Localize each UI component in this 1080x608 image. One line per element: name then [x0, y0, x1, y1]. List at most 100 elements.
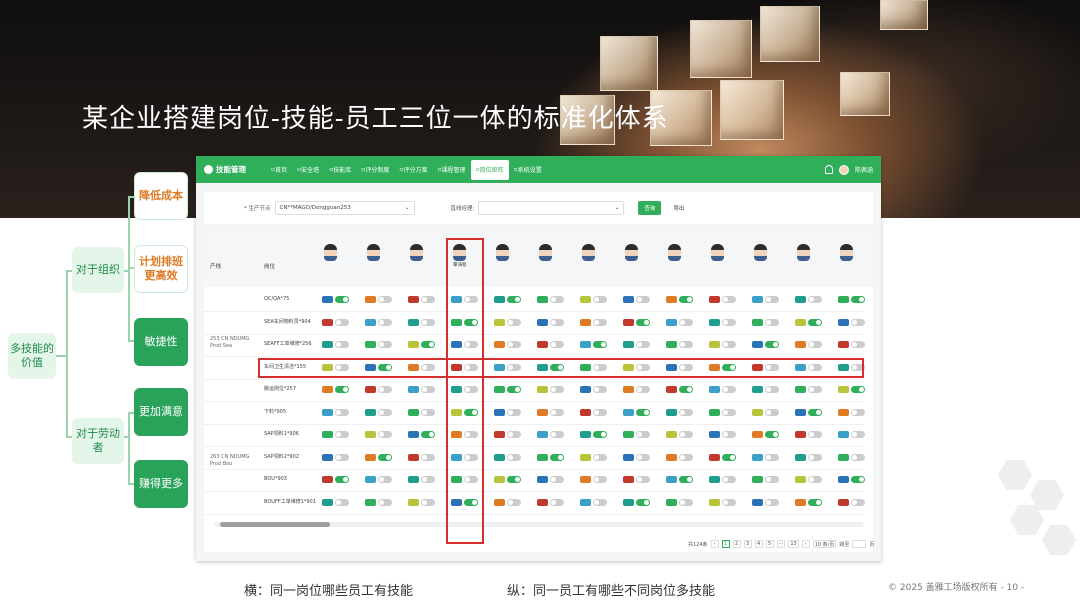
skill-cell[interactable]: [752, 386, 779, 393]
skill-cell[interactable]: [623, 341, 650, 348]
skill-cell[interactable]: [494, 431, 521, 438]
skill-toggle[interactable]: [378, 341, 392, 348]
skill-toggle[interactable]: [550, 408, 564, 416]
skill-cell[interactable]: [537, 431, 564, 438]
nav-item[interactable]: ▫ 系统设置: [509, 156, 547, 183]
skill-toggle[interactable]: [550, 296, 564, 303]
skill-toggle[interactable]: [679, 476, 693, 483]
skill-cell[interactable]: [752, 408, 779, 416]
skill-toggle[interactable]: [550, 453, 564, 461]
skill-cell[interactable]: [623, 296, 650, 303]
skill-cell[interactable]: [580, 431, 607, 438]
page-button[interactable]: 5: [765, 540, 774, 548]
skill-toggle[interactable]: [636, 318, 650, 326]
skill-cell[interactable]: [709, 341, 736, 348]
employee-column-header[interactable]: [367, 244, 380, 261]
skill-toggle[interactable]: [851, 296, 865, 303]
skill-cell[interactable]: [666, 296, 693, 303]
skill-toggle[interactable]: [507, 453, 521, 461]
skill-toggle[interactable]: [421, 341, 435, 348]
skill-toggle[interactable]: [765, 453, 779, 461]
skill-cell[interactable]: [752, 498, 779, 506]
skill-toggle[interactable]: [636, 476, 650, 483]
skill-toggle[interactable]: [765, 296, 779, 303]
skill-cell[interactable]: [537, 408, 564, 416]
page-button[interactable]: 2: [732, 540, 741, 548]
employee-column-header[interactable]: [840, 244, 853, 261]
nav-item[interactable]: ▫ 评分制度: [356, 156, 394, 183]
skill-toggle[interactable]: [808, 296, 822, 303]
skill-cell[interactable]: [322, 476, 349, 483]
skill-cell[interactable]: [795, 431, 822, 438]
skill-toggle[interactable]: [593, 341, 607, 348]
page-button[interactable]: 3: [743, 540, 752, 548]
skill-cell[interactable]: [537, 341, 564, 348]
skill-cell[interactable]: [408, 431, 435, 438]
skill-cell[interactable]: [838, 341, 865, 348]
employee-column-header[interactable]: [625, 244, 638, 261]
skill-toggle[interactable]: [808, 386, 822, 393]
skill-toggle[interactable]: [722, 453, 736, 461]
skill-toggle[interactable]: [722, 318, 736, 326]
skill-toggle[interactable]: [679, 386, 693, 393]
employee-column-header[interactable]: [324, 244, 337, 261]
employee-column-header[interactable]: [754, 244, 767, 261]
skill-cell[interactable]: [709, 296, 736, 303]
skill-cell[interactable]: [795, 318, 822, 326]
skill-cell[interactable]: [365, 296, 392, 303]
skill-toggle[interactable]: [335, 431, 349, 438]
nav-item[interactable]: ▫ 安全塔: [292, 156, 324, 183]
skill-cell[interactable]: [666, 498, 693, 506]
skill-cell[interactable]: [365, 453, 392, 461]
skill-cell[interactable]: [408, 386, 435, 393]
skill-toggle[interactable]: [550, 476, 564, 483]
scrollbar-thumb[interactable]: [220, 522, 330, 527]
skill-cell[interactable]: [494, 453, 521, 461]
skill-cell[interactable]: [408, 476, 435, 483]
nav-item[interactable]: ▫ 岗位矩阵: [470, 159, 509, 180]
skill-toggle[interactable]: [378, 296, 392, 303]
user-avatar[interactable]: [838, 164, 849, 175]
skill-cell[interactable]: [322, 386, 349, 393]
skill-cell[interactable]: [494, 386, 521, 393]
skill-cell[interactable]: [709, 408, 736, 416]
skill-toggle[interactable]: [507, 431, 521, 438]
skill-cell[interactable]: [709, 318, 736, 326]
skill-toggle[interactable]: [765, 476, 779, 483]
skill-cell[interactable]: [580, 296, 607, 303]
skill-cell[interactable]: [838, 386, 865, 393]
skill-toggle[interactable]: [421, 453, 435, 461]
skill-toggle[interactable]: [421, 431, 435, 438]
bell-icon[interactable]: [824, 165, 833, 174]
manager-select[interactable]: ⌄: [478, 201, 625, 215]
skill-toggle[interactable]: [722, 476, 736, 483]
export-button[interactable]: 导出: [667, 201, 691, 215]
skill-toggle[interactable]: [851, 318, 865, 326]
skill-cell[interactable]: [795, 453, 822, 461]
skill-toggle[interactable]: [808, 341, 822, 348]
nav-item[interactable]: ▫ 技能库: [324, 156, 356, 183]
skill-toggle[interactable]: [593, 408, 607, 416]
nav-item[interactable]: ▫ 评分方案: [394, 156, 432, 183]
skill-toggle[interactable]: [722, 386, 736, 393]
skill-toggle[interactable]: [550, 341, 564, 348]
skill-toggle[interactable]: [851, 476, 865, 483]
skill-toggle[interactable]: [335, 386, 349, 393]
skill-cell[interactable]: [623, 408, 650, 416]
skill-cell[interactable]: [537, 296, 564, 303]
skill-cell[interactable]: [494, 318, 521, 326]
next-page-icon[interactable]: ›: [801, 540, 810, 548]
skill-cell[interactable]: [537, 476, 564, 483]
skill-cell[interactable]: [365, 476, 392, 483]
employee-column-header[interactable]: [539, 244, 552, 261]
query-button[interactable]: 查询: [638, 201, 662, 215]
skill-toggle[interactable]: [507, 476, 521, 483]
skill-cell[interactable]: [752, 453, 779, 461]
skill-cell[interactable]: [795, 476, 822, 483]
skill-cell[interactable]: [494, 408, 521, 416]
skill-toggle[interactable]: [378, 408, 392, 416]
skill-toggle[interactable]: [636, 296, 650, 303]
skill-cell[interactable]: [623, 318, 650, 326]
skill-cell[interactable]: [838, 431, 865, 438]
skill-toggle[interactable]: [378, 386, 392, 393]
